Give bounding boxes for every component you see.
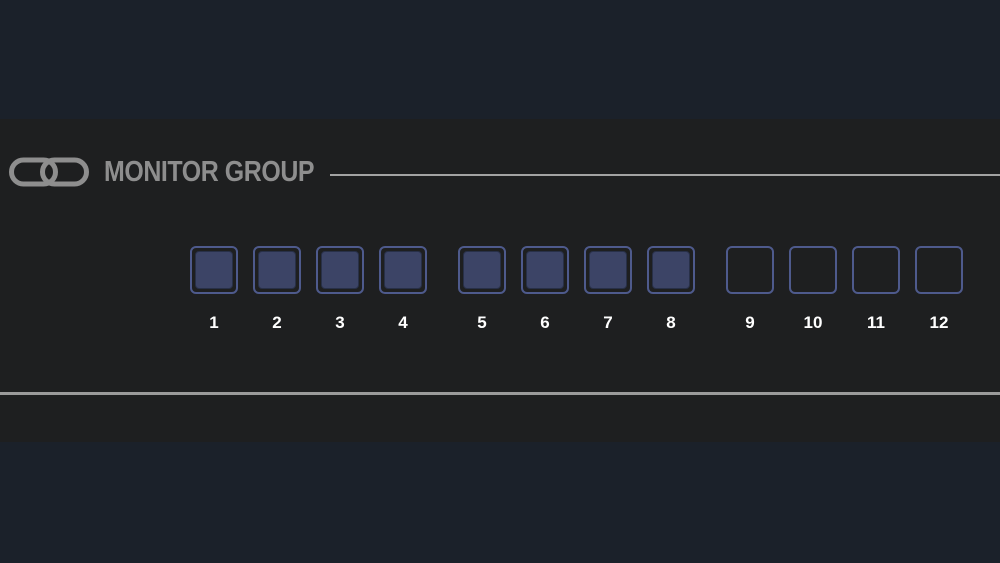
monitor-label: 9 bbox=[745, 313, 755, 332]
monitor-toggle-2[interactable]: 2 bbox=[253, 246, 301, 332]
monitor-label: 8 bbox=[666, 313, 676, 332]
monitor-toggle-box[interactable] bbox=[458, 246, 506, 294]
panel-title: MONITOR GROUP bbox=[104, 156, 315, 188]
monitor-group-panel: MONITOR GROUP 1 2 3 4 5 6 7 8 9 10 11 12 bbox=[0, 119, 1000, 442]
monitor-toggle-8[interactable]: 8 bbox=[647, 246, 695, 332]
monitor-label: 11 bbox=[867, 313, 885, 332]
monitor-toggle-1[interactable]: 1 bbox=[190, 246, 238, 332]
monitor-toggle-6[interactable]: 6 bbox=[521, 246, 569, 332]
monitor-toggle-box[interactable] bbox=[915, 246, 963, 294]
monitor-label: 10 bbox=[803, 313, 823, 332]
monitor-toggle-box[interactable] bbox=[190, 246, 238, 294]
bottom-divider bbox=[0, 392, 1000, 395]
monitor-label: 1 bbox=[209, 313, 219, 332]
monitor-toggle-box[interactable] bbox=[253, 246, 301, 294]
monitor-toggle-box[interactable] bbox=[789, 246, 837, 294]
monitor-label: 2 bbox=[272, 313, 282, 332]
monitor-toggle-7[interactable]: 7 bbox=[584, 246, 632, 332]
monitor-label: 5 bbox=[477, 313, 487, 332]
monitor-toggle-9[interactable]: 9 bbox=[726, 246, 774, 332]
monitor-toggle-10[interactable]: 10 bbox=[789, 246, 837, 332]
monitor-toggle-5[interactable]: 5 bbox=[458, 246, 506, 332]
monitor-toggle-box[interactable] bbox=[726, 246, 774, 294]
monitor-label: 4 bbox=[398, 313, 408, 332]
monitor-toggle-box[interactable] bbox=[647, 246, 695, 294]
monitor-toggle-4[interactable]: 4 bbox=[379, 246, 427, 332]
monitor-label: 7 bbox=[603, 313, 613, 332]
monitor-toggle-12[interactable]: 12 bbox=[915, 246, 963, 332]
monitor-toggle-box[interactable] bbox=[316, 246, 364, 294]
panel-header: MONITOR GROUP bbox=[0, 119, 1000, 229]
monitor-toggle-box[interactable] bbox=[521, 246, 569, 294]
monitor-toggle-box[interactable] bbox=[852, 246, 900, 294]
monitor-label: 12 bbox=[929, 313, 949, 332]
monitor-toggle-box[interactable] bbox=[379, 246, 427, 294]
monitor-label: 6 bbox=[540, 313, 550, 332]
title-divider bbox=[330, 174, 1000, 176]
monitor-toggle-3[interactable]: 3 bbox=[316, 246, 364, 332]
monitor-label: 3 bbox=[335, 313, 345, 332]
monitor-toggle-11[interactable]: 11 bbox=[852, 246, 900, 332]
monitor-toggle-box[interactable] bbox=[584, 246, 632, 294]
monitor-group-screen: MONITOR GROUP 1 2 3 4 5 6 7 8 9 10 11 12 bbox=[0, 0, 1000, 563]
link-icon bbox=[9, 157, 89, 187]
